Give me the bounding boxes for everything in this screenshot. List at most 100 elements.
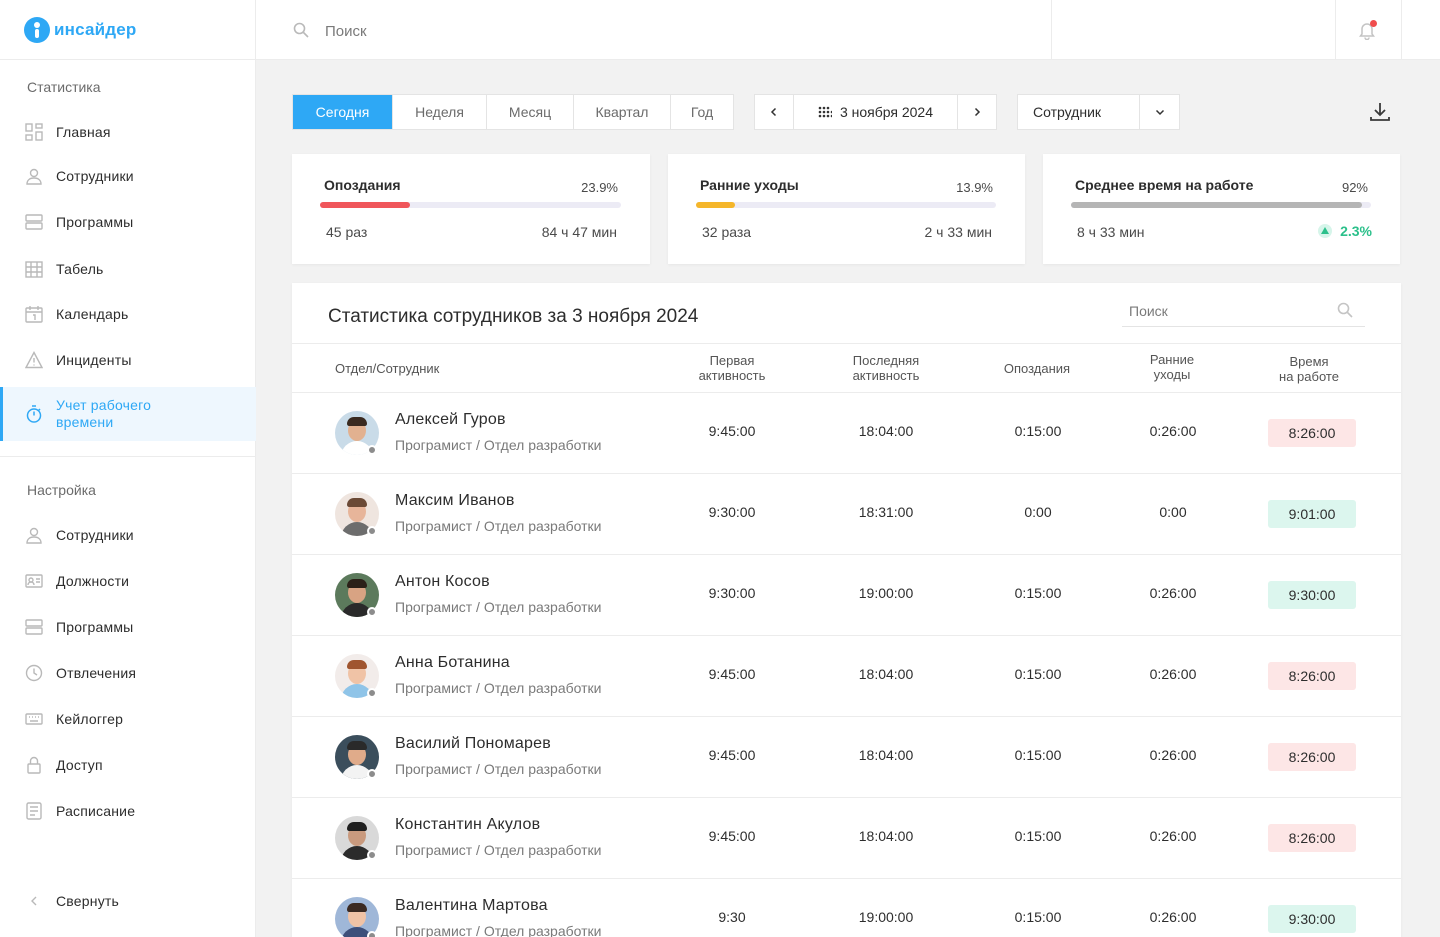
- sidebar-item-distractions[interactable]: Отвлечения: [0, 650, 256, 696]
- programs-icon: [25, 619, 43, 635]
- employee-role: Програмист / Отдел разработки: [395, 680, 602, 696]
- header-last-activity[interactable]: Последняя активность: [826, 353, 946, 383]
- prev-date-button[interactable]: [755, 95, 794, 129]
- employee-select-toggle[interactable]: [1140, 95, 1179, 129]
- status-dot: [367, 769, 377, 779]
- last-activity-cell: 18:04:00: [858, 666, 914, 682]
- first-activity-cell: 9:45:00: [708, 747, 756, 763]
- status-dot: [367, 445, 377, 455]
- status-dot: [367, 850, 377, 860]
- sidebar-item-label: Инциденты: [56, 352, 132, 368]
- header-employee[interactable]: Отдел/Сотрудник: [335, 361, 439, 376]
- employee-name[interactable]: Василий Пономарев: [395, 735, 551, 753]
- panel-title: Статистика сотрудников за 3 ноября 2024: [328, 306, 699, 327]
- card-duration: 8 ч 33 мин: [1077, 224, 1145, 240]
- calendar-icon: [25, 306, 43, 323]
- card-percent: 23.9%: [581, 180, 618, 195]
- table-search-input[interactable]: Поиск: [1122, 300, 1365, 327]
- sidebar-item-positions[interactable]: Должности: [0, 558, 256, 604]
- avatar-hair: [347, 498, 367, 507]
- table-row[interactable]: Антон Косов Програмист / Отдел разработки…: [292, 555, 1401, 636]
- next-date-button[interactable]: [958, 95, 996, 129]
- last-activity-cell: 18:31:00: [858, 504, 914, 520]
- table-row[interactable]: Анна Ботанина Програмист / Отдел разработ…: [292, 636, 1401, 717]
- employee-name[interactable]: Константин Акулов: [395, 816, 540, 834]
- sidebar-item-calendar[interactable]: Календарь: [0, 291, 256, 337]
- employee-select[interactable]: Сотрудник: [1017, 94, 1180, 130]
- last-activity-cell: 18:04:00: [858, 747, 914, 763]
- summary-card-lateness: Опоздания 23.9% 45 раз 84 ч 47 мин: [292, 154, 650, 264]
- table-row[interactable]: Василий Пономарев Програмист / Отдел разр…: [292, 717, 1401, 798]
- search-icon: [1337, 302, 1353, 318]
- sidebar-item-home[interactable]: Главная: [0, 109, 256, 155]
- tab-week[interactable]: Неделя: [393, 95, 487, 129]
- employee-name[interactable]: Алексей Гуров: [395, 411, 506, 429]
- lock-icon: [27, 756, 41, 774]
- sidebar-divider: [0, 456, 256, 457]
- last-activity-cell: 19:00:00: [858, 909, 914, 925]
- sidebar-item-schedule[interactable]: Расписание: [0, 788, 256, 834]
- worktime-badge: 8:26:00: [1268, 824, 1356, 852]
- tab-year[interactable]: Год: [671, 95, 733, 129]
- download-icon[interactable]: [1368, 100, 1392, 124]
- status-dot: [367, 607, 377, 617]
- logo[interactable]: инсайдер: [0, 0, 255, 60]
- early-leave-cell: 0:26:00: [1149, 666, 1197, 682]
- stopwatch-icon: [26, 405, 42, 423]
- table-row[interactable]: Алексей Гуров Програмист / Отдел разработ…: [292, 393, 1401, 474]
- sidebar-item-incidents[interactable]: Инциденты: [0, 337, 256, 383]
- header-lateness[interactable]: Опоздания: [977, 361, 1097, 376]
- early-leave-cell: 0:26:00: [1149, 423, 1197, 439]
- sidebar-item-label: Программы: [56, 619, 134, 635]
- employee-name[interactable]: Антон Косов: [395, 573, 490, 591]
- date-display[interactable]: 3 ноября 2024: [794, 95, 958, 129]
- summary-card-avg-worktime: Среднее время на работе 92% 8 ч 33 мин 2…: [1043, 154, 1400, 264]
- tab-month[interactable]: Месяц: [487, 95, 574, 129]
- last-activity-cell: 18:04:00: [858, 828, 914, 844]
- sidebar-item-label: Учет рабочего времени: [56, 397, 152, 430]
- sidebar-item-programs[interactable]: Программы: [0, 199, 256, 245]
- table-row[interactable]: Максим Иванов Програмист / Отдел разработ…: [292, 474, 1401, 555]
- avatar-hair: [347, 741, 367, 750]
- sidebar-item-label: Расписание: [56, 803, 136, 819]
- collapse-label: Свернуть: [56, 893, 120, 909]
- first-activity-cell: 9:30: [718, 909, 746, 925]
- warning-icon: [25, 351, 43, 369]
- table-row[interactable]: Константин Акулов Програмист / Отдел разр…: [292, 798, 1401, 879]
- early-leave-cell: 0:26:00: [1149, 747, 1197, 763]
- table-row[interactable]: Валентина Мартова Програмист / Отдел разр…: [292, 879, 1401, 937]
- sidebar-item-label: Программы: [56, 214, 134, 230]
- header-line: Первая: [709, 353, 755, 368]
- employee-name[interactable]: Анна Ботанина: [395, 654, 510, 672]
- header-line: активность: [852, 368, 920, 383]
- header-first-activity[interactable]: Первая активность: [672, 353, 792, 383]
- sidebar-item-access[interactable]: Доступ: [0, 742, 256, 788]
- sidebar-item-settings-programs[interactable]: Программы: [0, 604, 256, 650]
- sidebar-item-time-tracking[interactable]: Учет рабочего времени: [0, 387, 256, 441]
- header-line: Последняя: [852, 353, 920, 368]
- sidebar-item-employees[interactable]: Сотрудники: [0, 153, 256, 199]
- section-title-statistics: Статистика: [27, 79, 101, 95]
- header-worktime[interactable]: Время на работе: [1249, 354, 1369, 384]
- tab-quarter[interactable]: Квартал: [574, 95, 671, 129]
- sidebar-item-settings-employees[interactable]: Сотрудники: [0, 512, 256, 558]
- tab-today[interactable]: Сегодня: [293, 95, 393, 129]
- status-dot: [367, 526, 377, 536]
- id-card-icon: [25, 574, 43, 588]
- first-activity-cell: 9:45:00: [708, 666, 756, 682]
- header-early-leaves[interactable]: Ранние уходы: [1112, 352, 1232, 382]
- employee-name[interactable]: Максим Иванов: [395, 492, 515, 510]
- sidebar-item-timesheet[interactable]: Табель: [0, 246, 256, 292]
- arrow-up-icon: [1318, 224, 1333, 238]
- card-count: 32 раза: [702, 224, 752, 240]
- employee-name[interactable]: Валентина Мартова: [395, 897, 548, 915]
- progress-track: [1071, 202, 1371, 208]
- sidebar-item-keylogger[interactable]: Кейлоггер: [0, 696, 256, 742]
- logo-text: инсайдер: [54, 19, 137, 39]
- lateness-cell: 0:15:00: [1014, 666, 1062, 682]
- collapse-button[interactable]: Свернуть: [0, 878, 256, 924]
- sidebar-item-label: Доступ: [56, 757, 103, 773]
- schedule-icon: [26, 802, 42, 820]
- search-input[interactable]: Поиск: [325, 23, 367, 40]
- trend-value: 2.3%: [1340, 223, 1372, 239]
